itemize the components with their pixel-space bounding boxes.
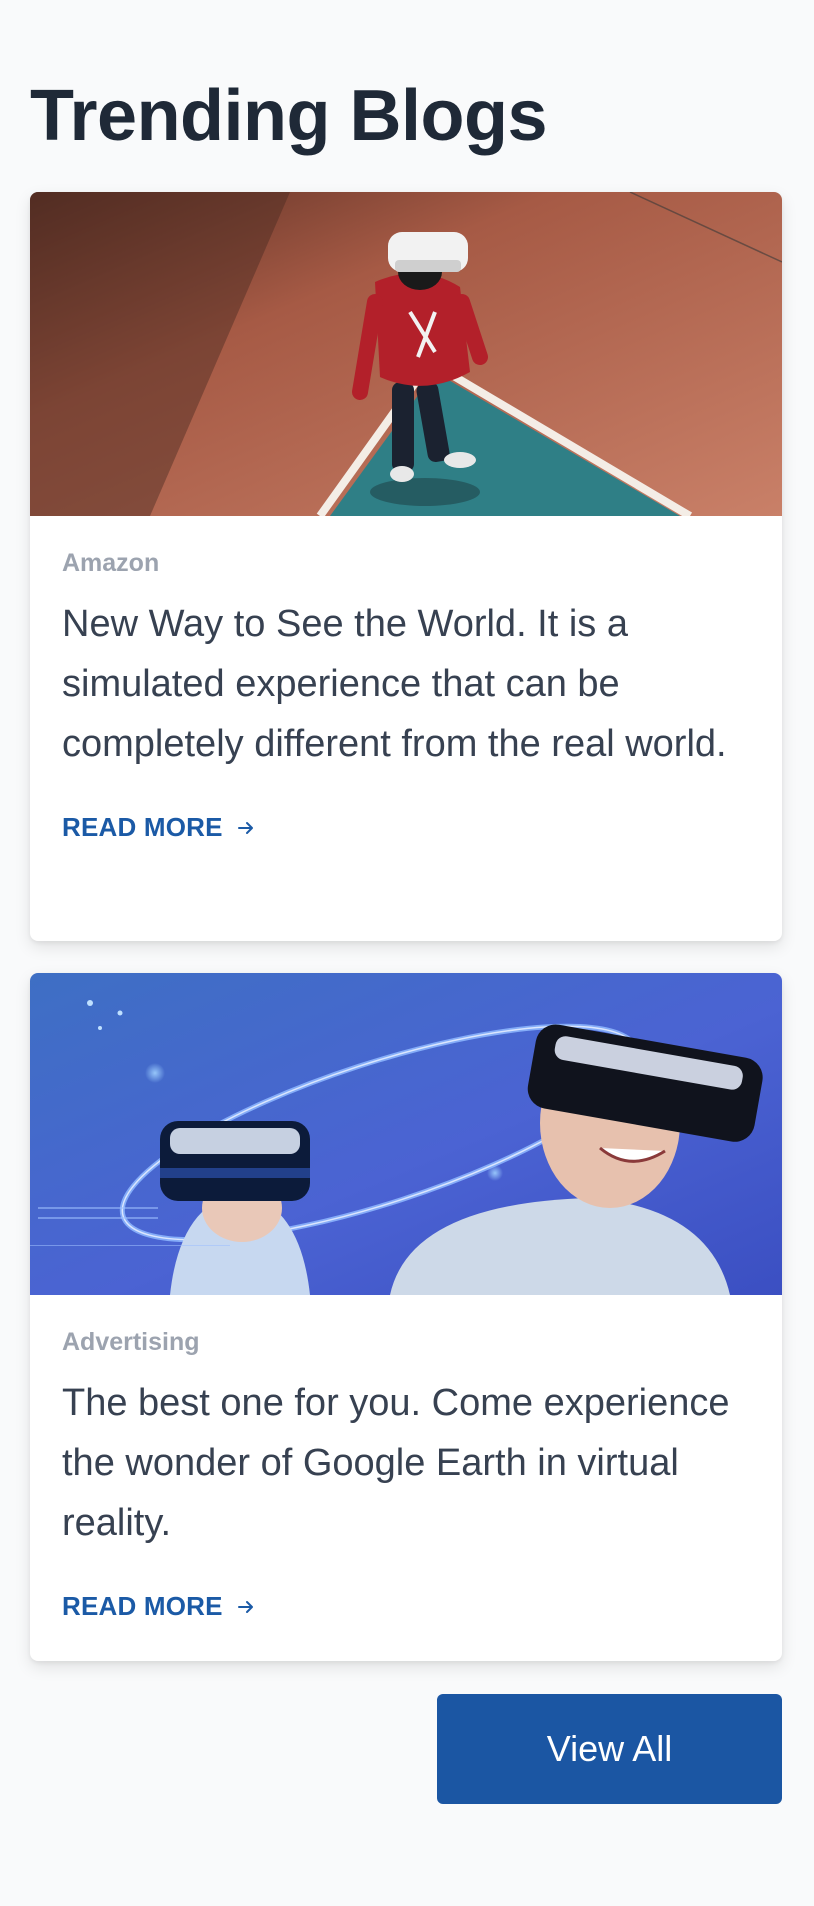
blog-card: Advertising The best one for you. Come e… — [30, 973, 782, 1661]
blog-card-image[interactable] — [30, 192, 782, 516]
view-all-button[interactable]: View All — [437, 1694, 782, 1804]
arrow-right-icon — [237, 821, 253, 834]
section-title: Trending Blogs — [30, 76, 548, 156]
page: Trending Blogs Amazon New Way to See the… — [0, 0, 814, 1906]
arrow-right-icon — [237, 1600, 253, 1613]
read-more-label: READ MORE — [62, 812, 223, 842]
blog-card-category: Amazon — [62, 549, 160, 577]
read-more-link[interactable]: READ MORE — [62, 812, 255, 843]
blog-card-image[interactable] — [30, 973, 782, 1295]
blog-card-body: Advertising The best one for you. Come e… — [30, 1295, 782, 1622]
blog-card-excerpt: New Way to See the World. It is a simula… — [62, 603, 727, 765]
blog-card-excerpt: The best one for you. Come experience th… — [62, 1382, 730, 1544]
blog-card-body: Amazon New Way to See the World. It is a… — [30, 516, 782, 843]
read-more-label: READ MORE — [62, 1591, 223, 1621]
read-more-link[interactable]: READ MORE — [62, 1591, 255, 1622]
blog-card: Amazon New Way to See the World. It is a… — [30, 192, 782, 941]
vr-user-on-court-photo — [30, 192, 782, 516]
vr-headset-users-photo — [30, 973, 782, 1295]
blog-card-category: Advertising — [62, 1328, 200, 1356]
